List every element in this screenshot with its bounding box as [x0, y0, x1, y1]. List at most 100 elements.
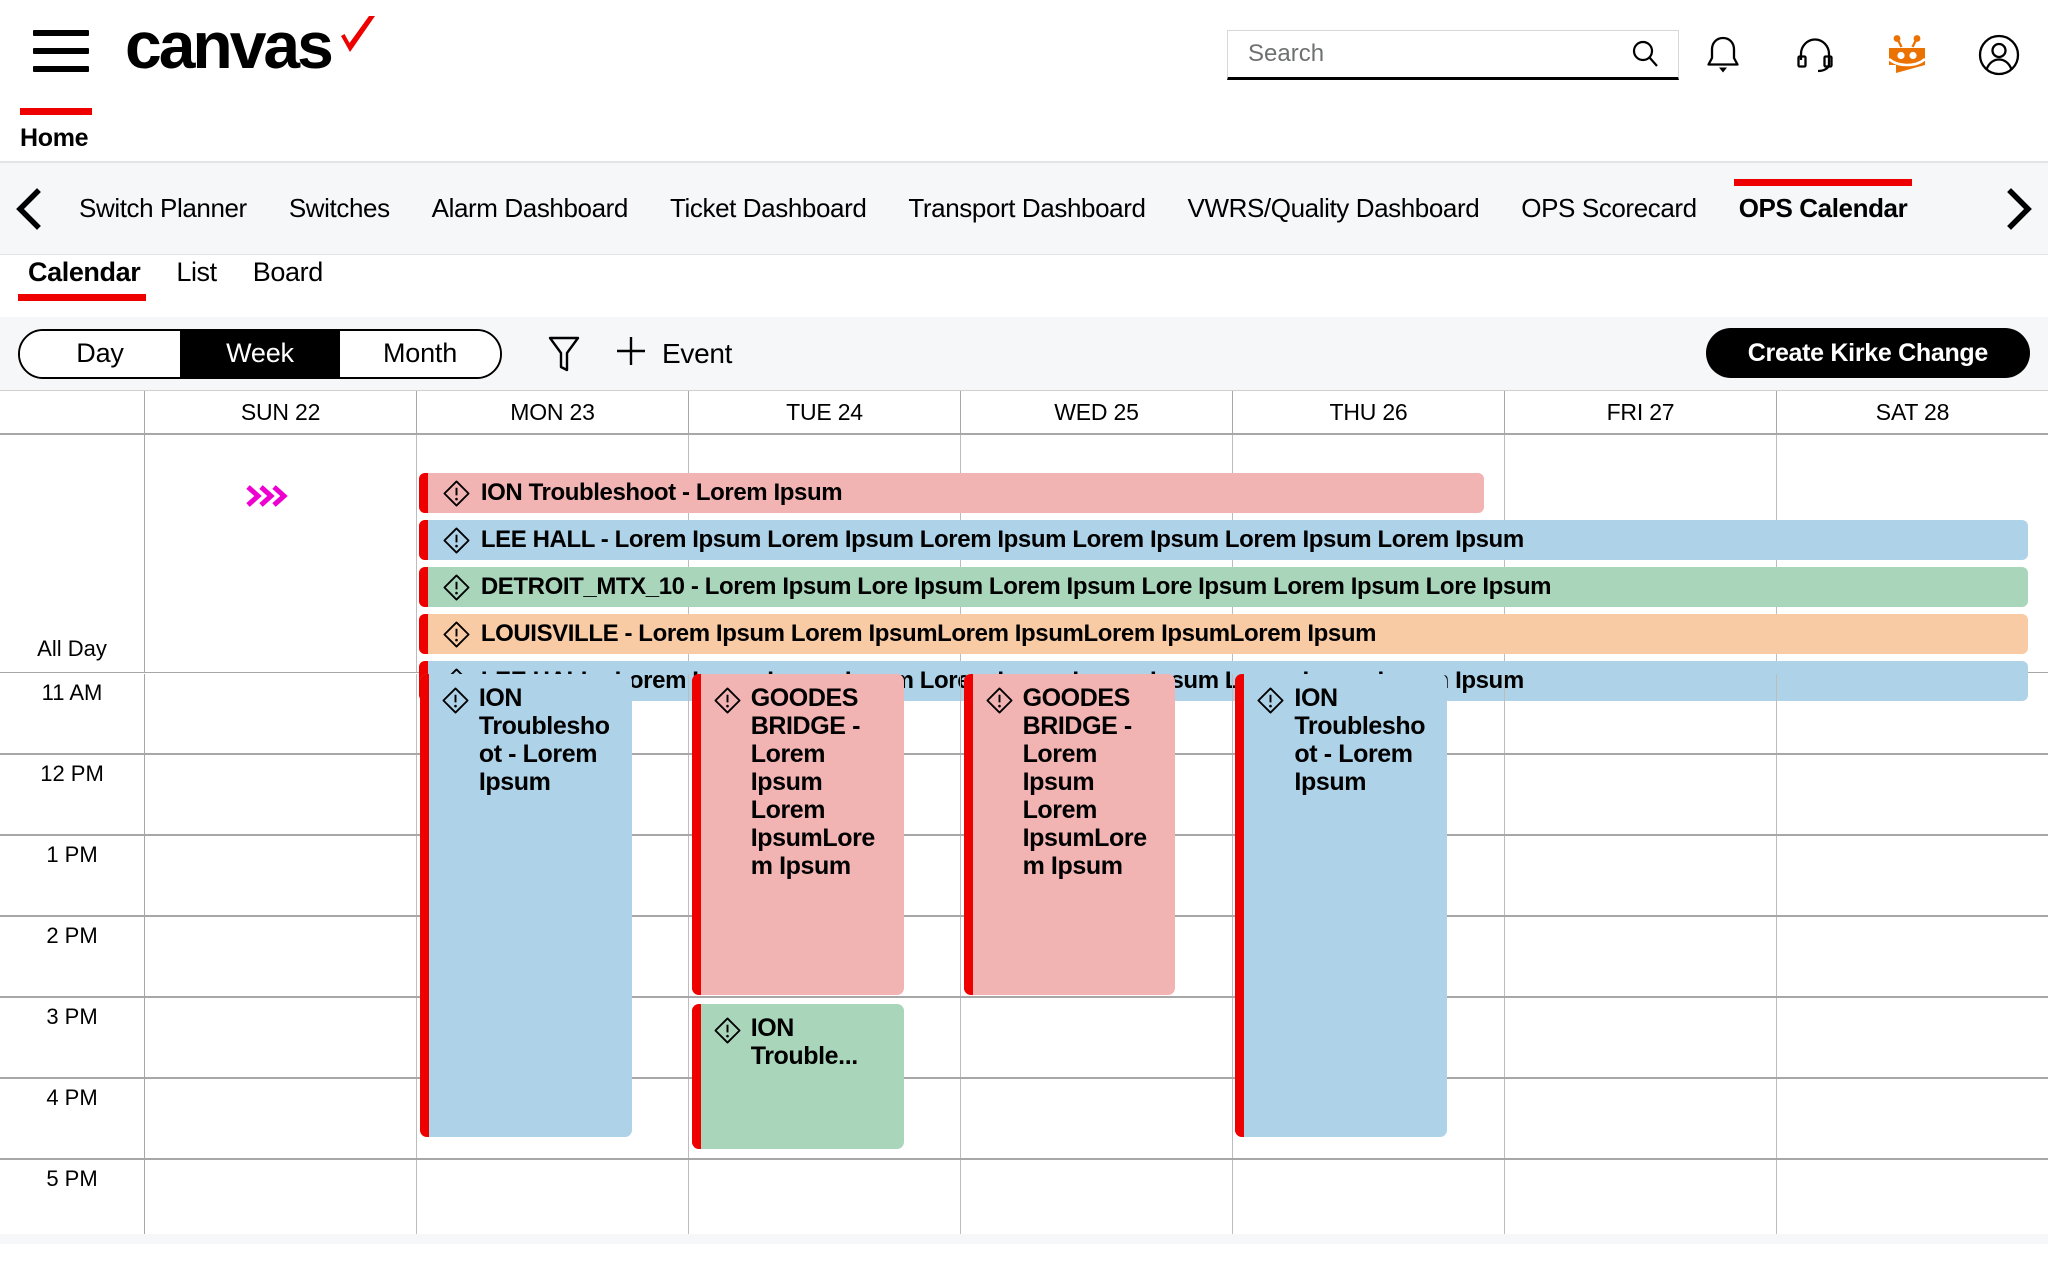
search-input[interactable] [1228, 40, 1630, 68]
tab-label: Ticket Dashboard [670, 193, 867, 223]
time-slot-cell[interactable] [145, 998, 417, 1077]
time-slot-cell[interactable] [1777, 755, 2048, 834]
search-box[interactable] [1227, 30, 1679, 80]
time-slot-cell[interactable] [1777, 917, 2048, 996]
time-label-text: 1 PM [46, 842, 98, 867]
home-tab[interactable]: Home [20, 108, 92, 153]
tab-ticket-dashboard[interactable]: Ticket Dashboard [649, 163, 887, 254]
user-account-icon[interactable] [1972, 28, 2026, 82]
view-week-button[interactable]: Week [180, 330, 340, 377]
time-slot-cell[interactable] [1505, 917, 1777, 996]
time-slot-cell[interactable] [1777, 1160, 2048, 1239]
calendar-event[interactable]: ION Trouble... [691, 1004, 904, 1149]
time-slot-cell[interactable] [1777, 674, 2048, 753]
day-header-thu[interactable]: THU 26 [1233, 391, 1505, 433]
search-icon[interactable] [1630, 39, 1678, 69]
time-slot-cell[interactable] [689, 1160, 961, 1239]
all-day-event[interactable]: LEE HALL - Lorem Ipsum Lorem Ipsum Lorem… [418, 520, 2028, 560]
time-slot-cell[interactable] [1777, 998, 2048, 1077]
day-header-wed[interactable]: WED 25 [961, 391, 1233, 433]
tab-alarm-dashboard[interactable]: Alarm Dashboard [411, 163, 649, 254]
app-header: canvas Home [0, 0, 2048, 163]
time-slot-cell[interactable] [145, 1160, 417, 1239]
time-row: 4 PM [0, 1079, 2048, 1160]
warning-diamond-icon [713, 684, 742, 720]
create-kirke-change-button[interactable]: Create Kirke Change [1705, 328, 2030, 378]
all-day-event-title: LOUISVILLE - Lorem Ipsum Lorem IpsumLore… [480, 620, 1377, 647]
chevron-right-icon[interactable] [1990, 187, 2048, 231]
chevron-left-icon[interactable] [0, 187, 58, 231]
tab-transport-dashboard[interactable]: Transport Dashboard [887, 163, 1166, 254]
time-slot-cell[interactable] [961, 998, 1233, 1077]
tab-ops-scorecard[interactable]: OPS Scorecard [1500, 163, 1717, 254]
day-header-sat[interactable]: SAT 28 [1777, 391, 2048, 433]
chatbot-icon[interactable] [1880, 28, 1934, 82]
time-slot-cell[interactable] [1505, 998, 1777, 1077]
event-body: ION Troubleshoot - Lorem Ipsum [429, 674, 632, 1137]
add-event-label: Event [662, 337, 733, 369]
time-slot-cell[interactable] [961, 1079, 1233, 1158]
all-day-band: All Day ION Troubleshoot - Lorem Ipsum LE… [0, 433, 2048, 701]
brand-logo: canvas [125, 12, 379, 78]
event-title: GOODES BRIDGE - Lorem Ipsum Lorem IpsumL… [750, 684, 876, 880]
all-day-label: All Day [37, 636, 107, 661]
view-month-label: Month [382, 338, 458, 368]
subtab-list[interactable]: List [166, 257, 226, 288]
notifications-icon[interactable] [1696, 28, 1750, 82]
tab-switches[interactable]: Switches [268, 163, 411, 254]
tab-label: OPS Scorecard [1521, 193, 1697, 223]
warning-diamond-icon [428, 573, 481, 602]
warning-diamond-icon [985, 684, 1014, 720]
tab-ops-calendar[interactable]: OPS Calendar [1718, 163, 1929, 254]
hamburger-menu-icon[interactable] [33, 30, 89, 72]
view-month-button[interactable]: Month [340, 330, 500, 377]
calendar-event[interactable]: ION Troubleshoot - Lorem Ipsum [419, 674, 632, 1137]
time-slot-cell[interactable] [417, 1160, 689, 1239]
time-row-label: 2 PM [0, 917, 145, 996]
day-header-mon[interactable]: MON 23 [417, 391, 689, 433]
calendar-week-view: SUN 22 MON 23 TUE 24 WED 25 THU 26 FRI 2… [0, 390, 2048, 1244]
calendar-event[interactable]: ION Troubleshoot - Lorem Ipsum [1235, 674, 1448, 1137]
time-slot-cell[interactable] [145, 836, 417, 915]
time-slot-cell[interactable] [145, 1079, 417, 1158]
event-priority-accent [691, 1004, 701, 1149]
time-slot-cell[interactable] [1777, 1079, 2048, 1158]
home-active-underline [20, 108, 92, 115]
tab-vwrs-quality-dashboard[interactable]: VWRS/Quality Dashboard [1167, 163, 1501, 254]
calendar-event[interactable]: GOODES BRIDGE - Lorem Ipsum Lorem IpsumL… [963, 674, 1176, 995]
time-slot-cell[interactable] [1777, 836, 2048, 915]
all-day-event[interactable]: ION Troubleshoot - Lorem Ipsum [418, 473, 1485, 513]
time-slot-cell[interactable] [1505, 1160, 1777, 1239]
view-day-button[interactable]: Day [20, 330, 180, 377]
event-priority-accent [418, 567, 428, 607]
subtab-board[interactable]: Board [243, 257, 333, 288]
add-event-button[interactable]: Event [614, 334, 732, 373]
day-header-fri[interactable]: FRI 27 [1505, 391, 1777, 433]
subtab-label: List [176, 257, 217, 287]
event-body: ION Trouble... [701, 1004, 904, 1149]
day-header-tue[interactable]: TUE 24 [689, 391, 961, 433]
time-slot-cell[interactable] [1505, 755, 1777, 834]
tab-switch-planner[interactable]: Switch Planner [58, 163, 268, 254]
tab-label: Switch Planner [79, 193, 247, 223]
time-slot-cell[interactable] [1505, 836, 1777, 915]
warning-diamond-icon [713, 1014, 742, 1050]
time-slot-cell[interactable] [961, 1160, 1233, 1239]
time-slot-cell[interactable] [1233, 1160, 1505, 1239]
time-slot-cell[interactable] [145, 674, 417, 753]
filter-funnel-icon[interactable] [540, 330, 588, 378]
all-day-event[interactable]: DETROIT_MTX_10 - Lorem Ipsum Lore Ipsum … [418, 567, 2028, 607]
all-day-event-title: DETROIT_MTX_10 - Lorem Ipsum Lore Ipsum … [480, 573, 1552, 600]
subtab-calendar[interactable]: Calendar [18, 257, 150, 301]
event-priority-accent [418, 473, 428, 513]
time-slot-cell[interactable] [1505, 674, 1777, 753]
event-priority-accent [418, 520, 428, 560]
time-slot-cell[interactable] [145, 917, 417, 996]
time-slot-cell[interactable] [1505, 1079, 1777, 1158]
all-day-event[interactable]: LOUISVILLE - Lorem Ipsum Lorem IpsumLore… [418, 614, 2028, 654]
time-row-label: 1 PM [0, 836, 145, 915]
support-headset-icon[interactable] [1788, 28, 1842, 82]
day-header-sun[interactable]: SUN 22 [145, 391, 417, 433]
calendar-event[interactable]: GOODES BRIDGE - Lorem Ipsum Lorem IpsumL… [691, 674, 904, 995]
time-slot-cell[interactable] [145, 755, 417, 834]
